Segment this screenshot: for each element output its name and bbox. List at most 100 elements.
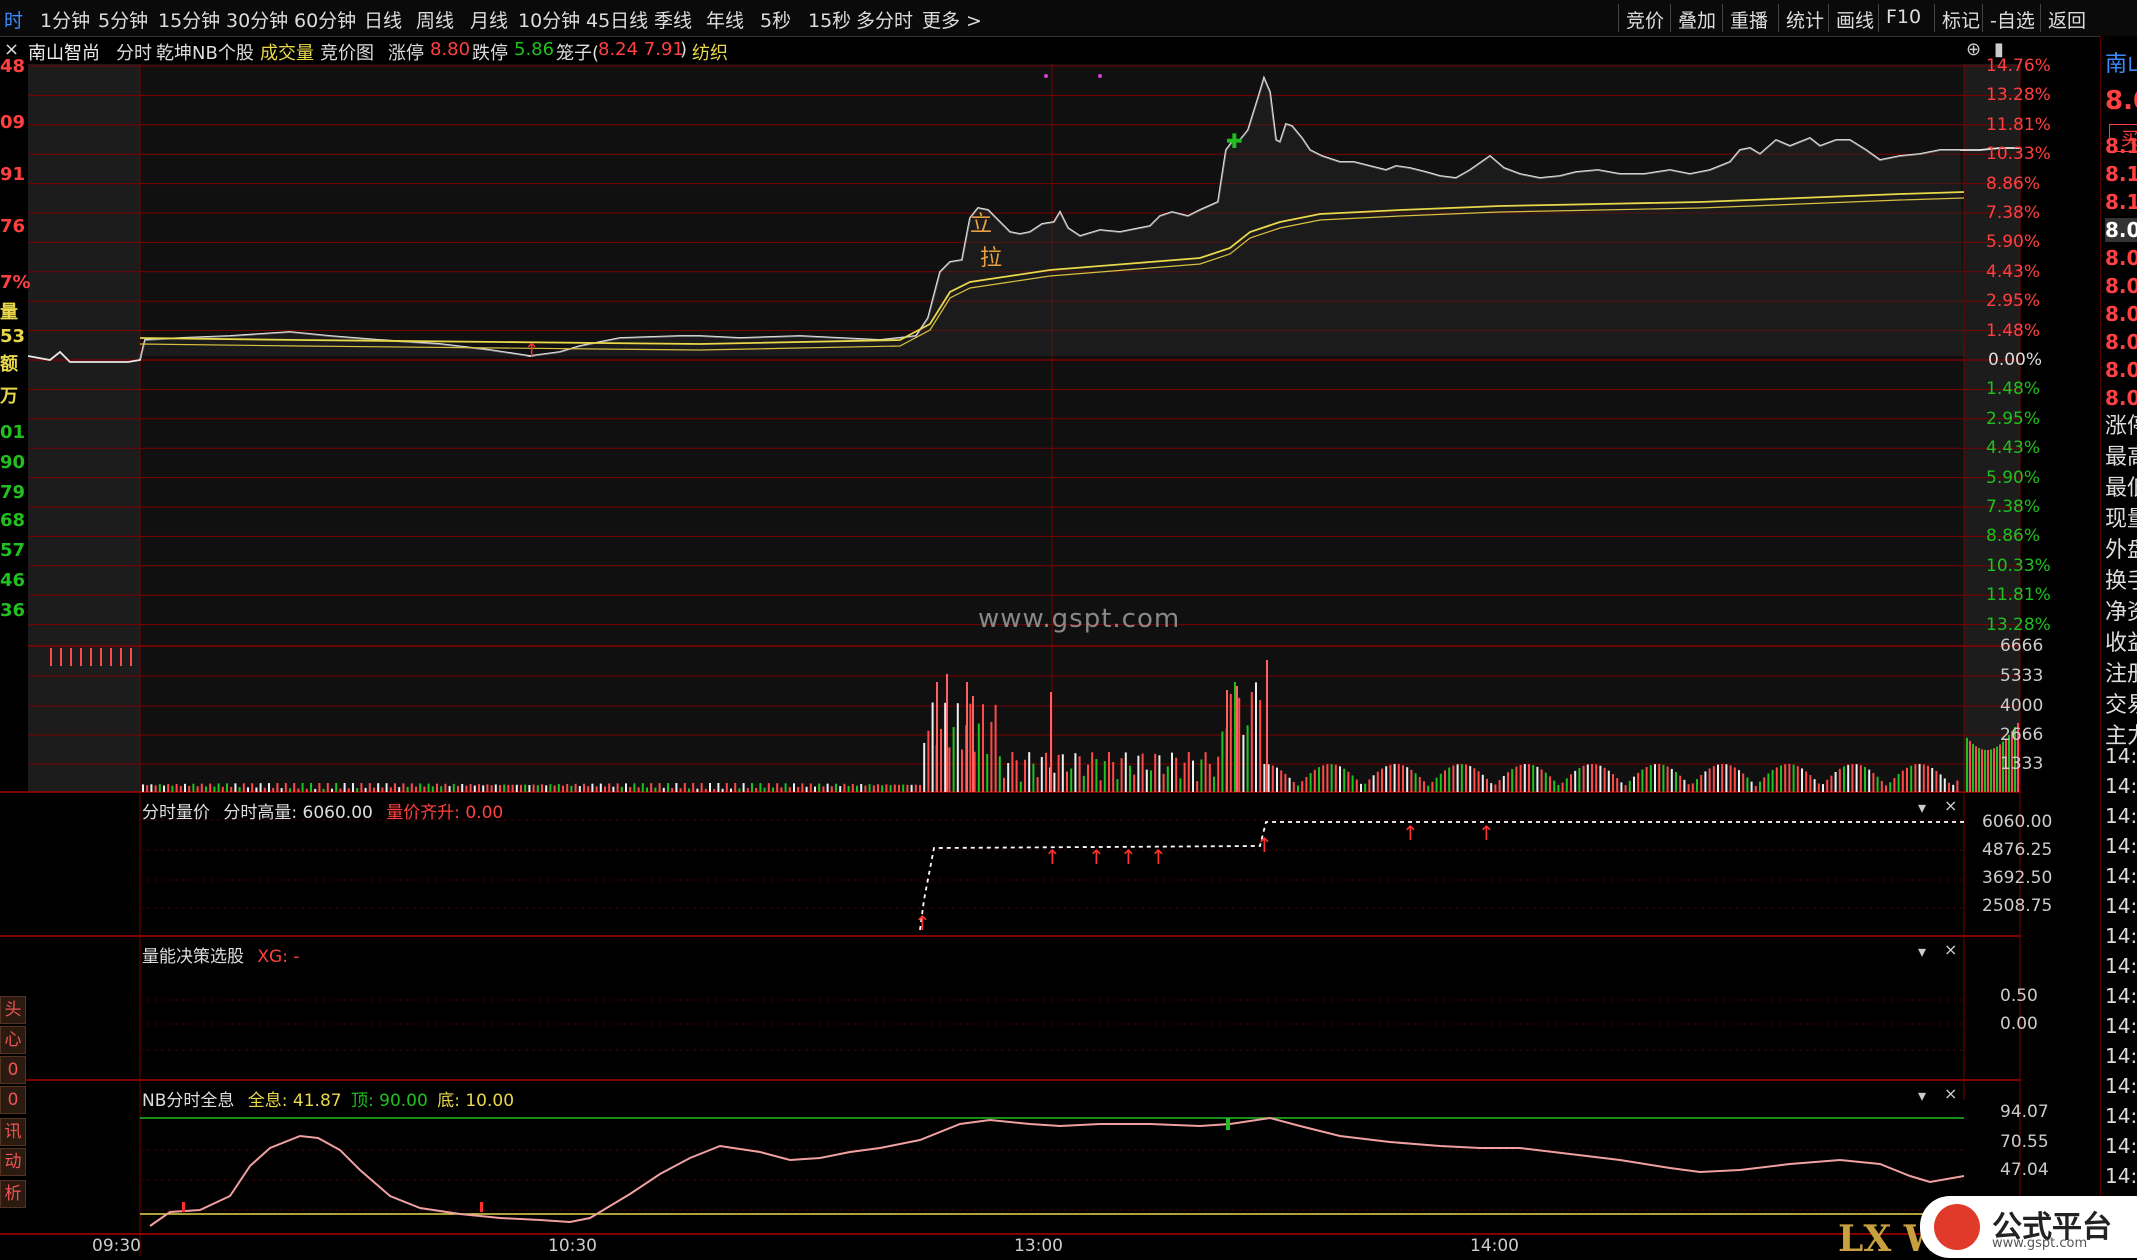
volume-bar [940,728,942,792]
volume-bar [1280,770,1283,792]
volume-bar [936,682,938,792]
quote-price-level: 8.05 [2105,330,2137,354]
volume-bar [1565,778,1568,792]
volume-bar [50,648,52,666]
volume-bar [389,787,392,792]
volume-bar [188,786,191,792]
volume-bar [1032,763,1035,792]
tick-time: 14:5 [2105,1164,2137,1188]
volume-bar [578,785,581,792]
quote-price-level: 8.12 [2105,134,2137,158]
side-button[interactable]: 0 [0,1056,26,1084]
volume-bar [946,674,948,792]
panel3-close-icon[interactable]: × [1944,1084,1957,1103]
volume-bar [1984,749,1986,792]
volume-bar [1452,765,1455,792]
panel1-title[interactable]: 分时量价 [142,803,210,823]
volume-bar [1309,773,1312,792]
volume-bar [1045,752,1047,792]
panel2-title[interactable]: 量能决策选股 [142,947,244,967]
volume-bar [289,788,291,792]
volume-bar [591,783,594,792]
panel2-close-icon[interactable]: × [1944,940,1957,959]
left-label: 01 [0,422,26,443]
volume-bar [574,783,577,792]
quote-field-label: 现量 [2105,507,2137,532]
volume-bar [1423,781,1425,792]
volume-bar [1486,778,1488,792]
panel1-sync: 量价齐升: 0.00 [386,803,504,823]
side-button[interactable]: 析 [0,1180,26,1208]
panel1-axis-label: 2508.75 [1982,896,2053,916]
volume-bar [847,785,850,792]
volume-bar [1574,770,1577,792]
pct-label-up: 10.33% [1986,144,2051,165]
volume-bar [1993,748,1995,792]
panel1-dropdown-icon[interactable]: ▾ [1918,798,1926,817]
volume-bar [1221,731,1224,792]
volume-bar [1343,768,1346,792]
panel1-arrow-icon: ↑ [1478,821,1495,845]
volume-bar [1922,764,1925,792]
volume-bar [1843,766,1845,792]
volume-bar [1981,749,1983,792]
quote-field-label: 收益 [2105,631,2137,656]
volume-bar [679,788,682,792]
quote-field-label: 最低 [2105,476,2137,501]
side-button[interactable]: 动 [0,1148,26,1176]
volume-bar [452,783,455,792]
volume-bar [608,783,611,792]
volume-bar [721,788,724,792]
volume-bar [683,783,686,792]
volume-bar [1687,784,1690,792]
volume-bar [818,783,821,792]
volume-bar [536,785,539,792]
volume-bar [221,786,224,792]
volume-bar [1901,770,1904,792]
volume-bar [142,784,144,792]
volume-bar [398,787,401,792]
tick-time: 14:5 [2105,894,2137,918]
event-dot-icon [1044,74,1048,78]
panel3-marker [1226,1118,1230,1130]
volume-bar [255,787,258,792]
volume-bar [326,783,329,792]
panel1-arrow-icon: ↑ [1120,845,1137,869]
panel1-close-icon[interactable]: × [1944,796,1957,815]
volume-bar [599,783,602,792]
pct-label-up: 14.76% [1986,56,2051,76]
volume-bar [1872,772,1875,792]
volume-bar [1297,785,1299,792]
volume-bar [1292,782,1295,792]
volume-bar [1187,752,1190,792]
volume-bar [692,783,695,792]
volume-bar [1788,764,1791,792]
volume-bar [1616,778,1619,792]
panel3-full: 全息: 41.87 [247,1091,342,1111]
panel3-title[interactable]: NB分时全息 [142,1091,234,1111]
volume-bar [1166,766,1169,792]
volume-bar [427,783,430,792]
panel2-dropdown-icon[interactable]: ▾ [1918,942,1926,961]
side-button[interactable]: 讯 [0,1118,26,1146]
volume-bar [175,783,178,792]
panel3-dropdown-icon[interactable]: ▾ [1918,1086,1926,1105]
volume-bar [982,704,984,792]
volume-bar [1141,753,1144,792]
volume-bar [1897,774,1900,792]
time-label: 13:00 [1014,1236,1063,1256]
pct-label-down: 1.48% [1986,379,2041,400]
volume-bar [343,783,346,792]
side-button[interactable]: 头 [0,996,26,1024]
volume-bar [1603,767,1606,792]
volume-bar [1595,764,1598,792]
quote-price-level: 8.10 [2105,190,2137,214]
volume-bar [200,783,203,792]
volume-bar [90,648,92,666]
volume-bar [373,787,375,792]
side-button[interactable]: 心 [0,1026,26,1054]
volume-bar [1238,697,1241,792]
side-button[interactable]: 0 [0,1086,26,1114]
left-label: 46 [0,570,26,591]
volume-bar [1364,783,1367,792]
